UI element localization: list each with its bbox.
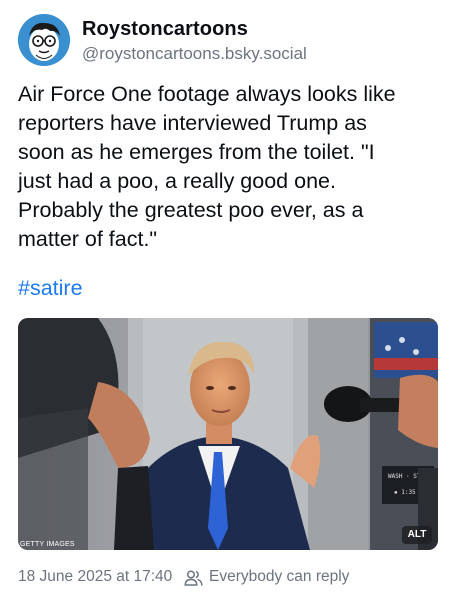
post-meta: 18 June 2025 at 17:40 Everybody can repl… — [18, 568, 438, 590]
alt-text-button[interactable]: ALT — [402, 526, 432, 544]
post-text: Air Force One footage always looks like … — [18, 82, 396, 251]
avatar[interactable] — [18, 14, 70, 66]
screen-text-2: ▪ 1:35 — [394, 489, 416, 496]
hashtag-link[interactable]: #satire — [18, 276, 83, 301]
photo-illustration: WASH · STON ▪ 1:35 — [18, 318, 438, 550]
post-header: Roystoncartoons @roystoncartoons.bsky.so… — [18, 14, 438, 66]
people-icon — [184, 569, 203, 587]
author-display-name[interactable]: Roystoncartoons — [82, 18, 248, 41]
author-handle[interactable]: @roystoncartoons.bsky.social — [82, 44, 307, 64]
post-timestamp[interactable]: 18 June 2025 at 17:40 — [18, 568, 172, 586]
post-image[interactable]: WASH · STON ▪ 1:35 GETTY IMAGES ALT — [18, 318, 438, 550]
photo-credit: GETTY IMAGES — [20, 541, 75, 548]
reply-setting[interactable]: Everybody can reply — [209, 568, 349, 586]
